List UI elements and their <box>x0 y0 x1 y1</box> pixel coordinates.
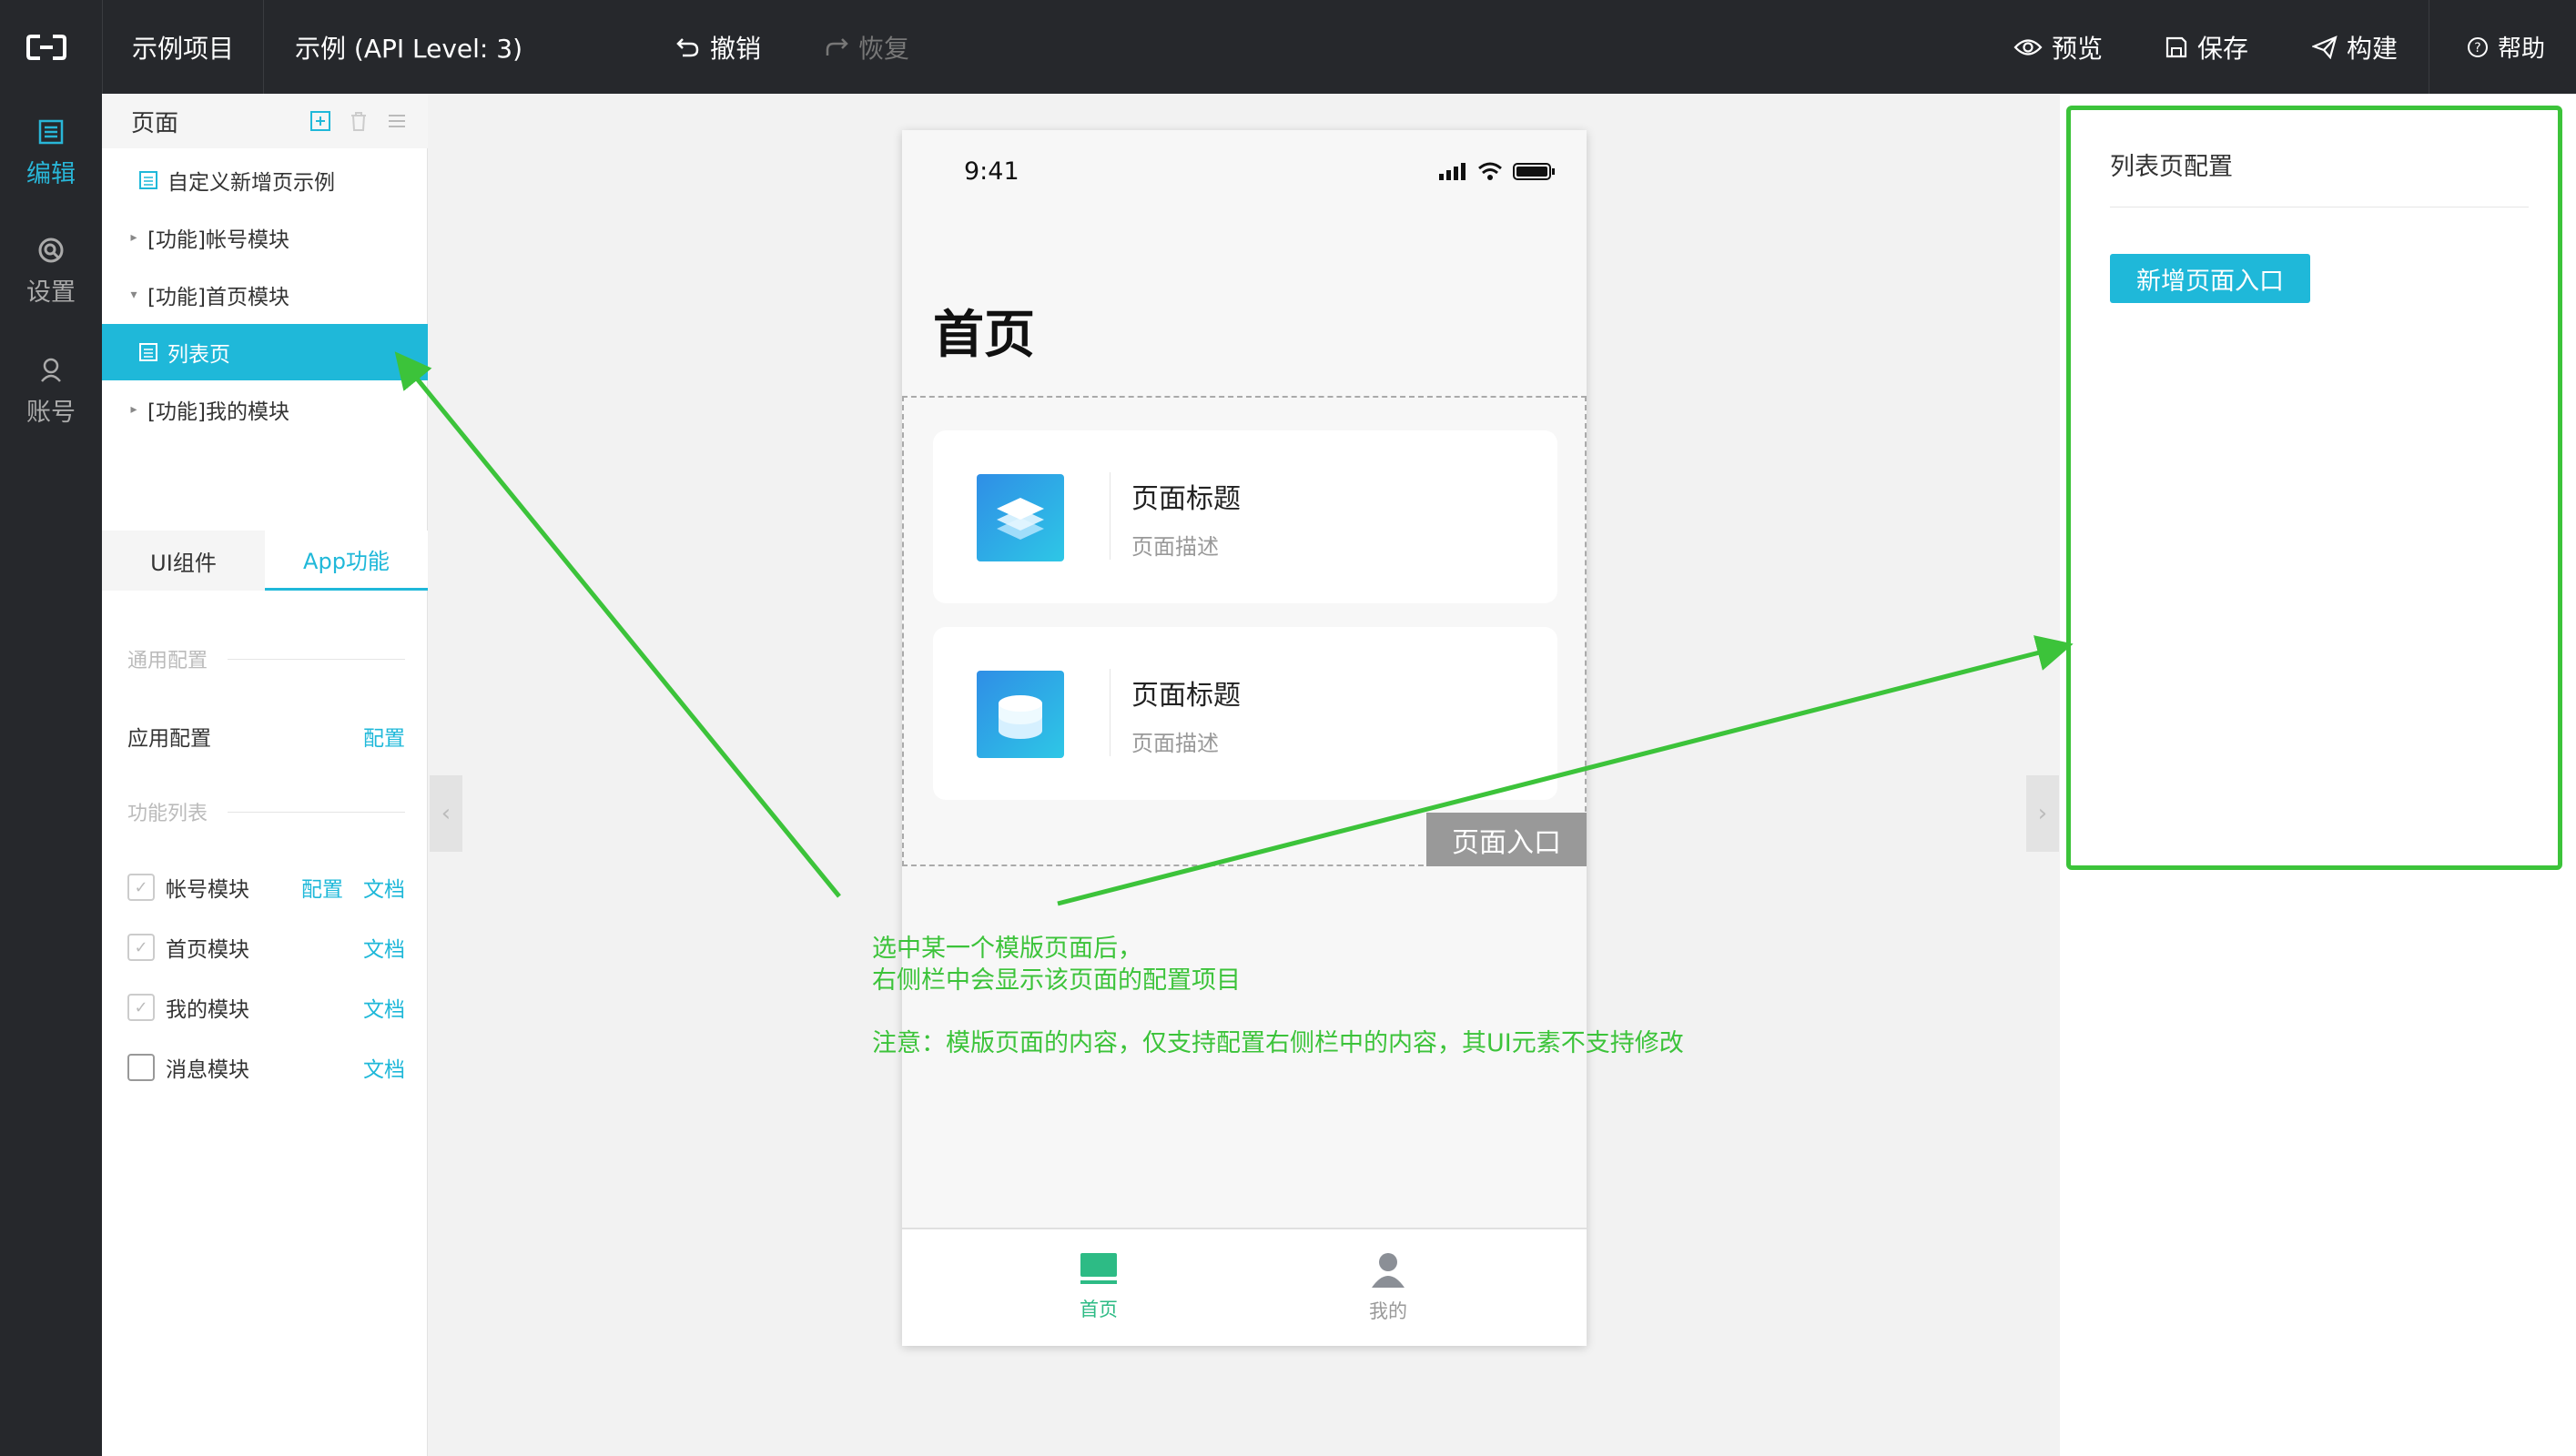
annotation-line-1: 选中某一个模版页面后， <box>872 935 1142 963</box>
annotation-arrows <box>394 351 2074 906</box>
arrow-to-config-panel <box>1057 635 2074 906</box>
arrow-to-list-page <box>394 351 841 898</box>
annotation-line-3: 注意：模版页面的内容，仅支持配置右侧栏中的内容，其UI元素不支持修改 <box>872 1029 1684 1057</box>
annotation-line-2: 右侧栏中会显示该页面的配置项目 <box>872 966 1241 995</box>
